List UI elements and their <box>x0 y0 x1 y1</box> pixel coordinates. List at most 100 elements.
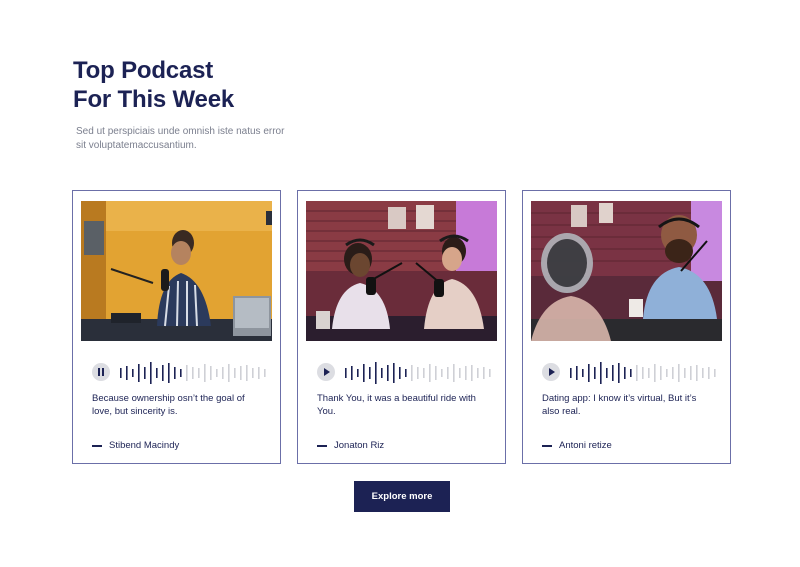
waveform-bar <box>192 367 194 379</box>
author-dash <box>542 445 552 447</box>
pause-icon <box>98 368 104 376</box>
waveform-bar <box>156 368 158 378</box>
waveform-bar <box>582 369 584 377</box>
explore-more-button[interactable]: Explore more <box>354 481 450 512</box>
waveform-bar <box>144 367 146 379</box>
episode-author: Antoni retize <box>542 440 612 452</box>
waveform-bar <box>351 366 353 380</box>
waveform-bar <box>138 364 140 382</box>
waveform-bar <box>654 364 656 382</box>
podcast-photo-3 <box>531 201 722 341</box>
waveform-bar <box>234 368 236 378</box>
title-line-1: Top Podcast <box>73 57 214 84</box>
waveform-bar <box>222 367 224 379</box>
waveform-bar <box>345 368 347 378</box>
podcast-photo-2 <box>306 201 497 341</box>
author-dash <box>92 445 102 447</box>
waveform-bar <box>459 368 461 378</box>
audio-player-1 <box>92 362 266 384</box>
waveform-bar <box>690 366 692 380</box>
waveform-bar <box>666 369 668 377</box>
waveform[interactable] <box>344 362 494 384</box>
waveform-bar <box>612 365 614 381</box>
episode-quote: Dating app: I know it’s virtual, But it’… <box>542 393 697 417</box>
waveform-bar <box>150 362 152 384</box>
page-title: Top Podcast For This Week <box>73 56 373 114</box>
waveform-bar <box>393 363 395 383</box>
waveform-bar <box>678 364 680 382</box>
waveform-bar <box>120 368 122 378</box>
waveform-bar <box>186 365 188 381</box>
waveform-bar <box>174 367 176 379</box>
podcast-card-3: Dating app: I know it’s virtual, But it’… <box>522 190 731 464</box>
waveform-bar <box>696 365 698 381</box>
waveform-bar <box>483 367 485 379</box>
audio-player-2 <box>317 362 491 384</box>
waveform-bar <box>642 367 644 379</box>
waveform-bar <box>198 368 200 378</box>
waveform-bar <box>636 365 638 381</box>
page-subtitle: Sed ut perspiciais unde omnish iste natu… <box>76 126 285 151</box>
waveform-bar <box>375 362 377 384</box>
podcast-photo-1 <box>81 201 272 341</box>
podcast-card-2: Thank You, it was a beautiful ride with … <box>297 190 506 464</box>
play-icon <box>549 368 555 376</box>
waveform-bar <box>624 367 626 379</box>
waveform-bar <box>441 369 443 377</box>
waveform-bar <box>363 364 365 382</box>
waveform-bar <box>246 365 248 381</box>
waveform-bar <box>168 363 170 383</box>
waveform-bar <box>477 368 479 378</box>
waveform-bar <box>180 369 182 377</box>
podcast-card-1: Because ownership osn’t the goal of love… <box>72 190 281 464</box>
waveform-bar <box>630 369 632 377</box>
waveform-bar <box>381 368 383 378</box>
waveform[interactable] <box>569 362 719 384</box>
waveform-bar <box>702 368 704 378</box>
waveform-bar <box>600 362 602 384</box>
waveform-bar <box>162 365 164 381</box>
waveform-bar <box>588 364 590 382</box>
waveform-bar <box>210 366 212 380</box>
waveform-bar <box>672 367 674 379</box>
author-name: Antoni retize <box>559 440 612 451</box>
episode-author: Stibend Macindy <box>92 440 179 452</box>
waveform-bar <box>435 366 437 380</box>
pause-button[interactable] <box>92 363 110 381</box>
play-button[interactable] <box>542 363 560 381</box>
waveform-bar <box>453 364 455 382</box>
waveform-bar <box>423 368 425 378</box>
waveform-bar <box>465 366 467 380</box>
waveform-bar <box>216 369 218 377</box>
waveform-bar <box>252 368 254 378</box>
waveform-bar <box>264 369 266 377</box>
waveform-bar <box>240 366 242 380</box>
waveform-bar <box>708 367 710 379</box>
episode-author: Jonaton Riz <box>317 440 384 452</box>
waveform-bar <box>357 369 359 377</box>
waveform-bar <box>594 367 596 379</box>
play-icon <box>324 368 330 376</box>
waveform-bar <box>411 365 413 381</box>
waveform-bar <box>648 368 650 378</box>
waveform-bar <box>387 365 389 381</box>
waveform-bar <box>606 368 608 378</box>
waveform[interactable] <box>119 362 269 384</box>
waveform-bar <box>447 367 449 379</box>
play-button[interactable] <box>317 363 335 381</box>
waveform-bar <box>660 366 662 380</box>
waveform-bar <box>132 369 134 377</box>
title-line-2: For This Week <box>73 86 234 113</box>
waveform-bar <box>369 367 371 379</box>
waveform-bar <box>684 368 686 378</box>
waveform-bar <box>471 365 473 381</box>
waveform-bar <box>204 364 206 382</box>
waveform-bar <box>618 363 620 383</box>
waveform-bar <box>126 366 128 380</box>
waveform-bar <box>489 369 491 377</box>
waveform-bar <box>405 369 407 377</box>
episode-quote: Because ownership osn’t the goal of love… <box>92 393 245 417</box>
waveform-bar <box>429 364 431 382</box>
author-name: Jonaton Riz <box>334 440 385 451</box>
waveform-bar <box>399 367 401 379</box>
